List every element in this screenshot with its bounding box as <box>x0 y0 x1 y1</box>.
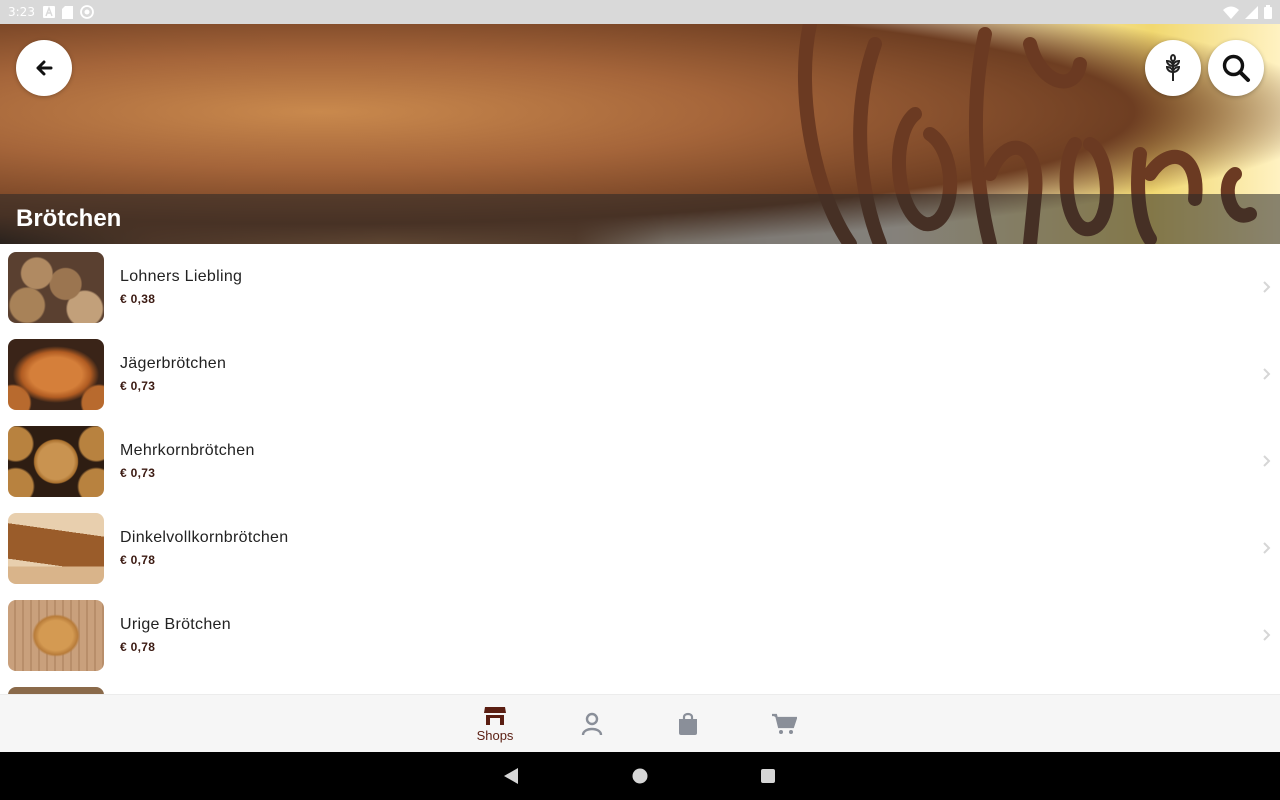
product-row[interactable]: Jägerbrötchen € 0,73 <box>0 331 1280 418</box>
product-row[interactable]: Mehrkornbrötchen € 0,73 <box>0 418 1280 505</box>
triangle-back-icon <box>504 768 518 784</box>
product-row[interactable]: Urige Brötchen € 0,78 <box>0 592 1280 679</box>
nav-orders[interactable] <box>656 695 720 753</box>
status-time: 3:23 <box>8 5 35 19</box>
signal-icon <box>1245 5 1258 19</box>
sync-icon <box>80 5 94 19</box>
search-button[interactable] <box>1208 40 1264 96</box>
page-title: Brötchen <box>16 205 122 232</box>
product-image <box>8 687 104 694</box>
square-recents-icon <box>761 769 775 783</box>
battery-icon <box>1264 5 1272 19</box>
system-home-button[interactable] <box>630 766 650 786</box>
circle-home-icon <box>632 768 648 784</box>
chevron-right-icon <box>1263 455 1271 467</box>
product-name: Dinkelvollkornbrötchen <box>120 529 289 546</box>
sd-card-icon <box>61 5 73 19</box>
product-price: € 0,38 <box>120 292 156 306</box>
nav-cart[interactable] <box>752 695 816 753</box>
product-list: Lohners Liebling € 0,38 Jägerbrötchen € … <box>0 244 1280 694</box>
product-price: € 0,78 <box>120 640 156 654</box>
nav-account[interactable] <box>560 695 624 753</box>
product-name: Urige Brötchen <box>120 616 231 633</box>
product-price: € 0,73 <box>120 379 156 393</box>
notification-a-icon <box>42 6 55 18</box>
category-title-bar: Brötchen <box>0 194 1280 244</box>
bag-icon <box>679 712 697 735</box>
bottom-navigation: Shops <box>0 694 1280 752</box>
store-icon <box>484 706 506 725</box>
chevron-right-icon <box>1263 368 1271 380</box>
allergen-filter-button[interactable] <box>1145 40 1201 96</box>
system-back-button[interactable] <box>501 766 521 786</box>
product-name: Mehrkornbrötchen <box>120 442 255 459</box>
chevron-right-icon <box>1263 629 1271 641</box>
nav-shops[interactable]: Shops <box>463 695 527 753</box>
product-image <box>8 339 104 410</box>
chevron-right-icon <box>1263 281 1271 293</box>
product-image <box>8 426 104 497</box>
product-price: € 0,78 <box>120 553 156 567</box>
system-navigation-bar <box>0 752 1280 800</box>
product-row[interactable]: Dinkelvollkornbrötchen € 0,78 <box>0 505 1280 592</box>
product-name: Lohners Liebling <box>120 268 243 285</box>
nav-shops-label: Shops <box>476 727 514 743</box>
product-image <box>8 600 104 671</box>
product-image <box>8 252 104 323</box>
product-image <box>8 513 104 584</box>
chevron-right-icon <box>1263 542 1271 554</box>
product-row[interactable]: Lohners Liebling € 0,38 <box>0 244 1280 331</box>
user-icon <box>581 712 603 736</box>
search-icon <box>1222 54 1250 82</box>
product-price: € 0,73 <box>120 466 156 480</box>
wifi-icon <box>1223 6 1239 19</box>
status-bar: 3:23 <box>0 0 1280 24</box>
product-name: Jägerbrötchen <box>120 355 227 372</box>
system-recents-button[interactable] <box>758 766 778 786</box>
product-row-partial[interactable] <box>0 679 1280 694</box>
wheat-icon <box>1165 54 1181 81</box>
cart-icon <box>772 713 797 734</box>
category-header: Brötchen <box>0 24 1280 244</box>
arrow-left-icon <box>36 60 53 76</box>
back-button[interactable] <box>16 40 72 96</box>
